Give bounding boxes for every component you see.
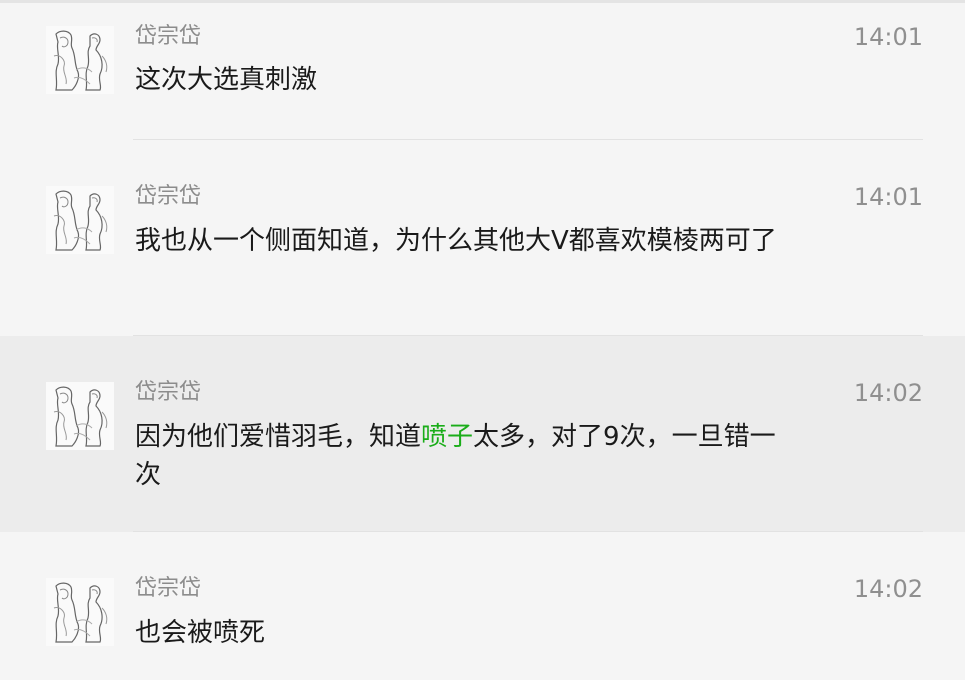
message-time: 14:01	[853, 23, 923, 51]
message-item[interactable]: 岱宗岱 14:01 我也从一个侧面知道，为什么其他大V都喜欢模棱两可了	[0, 140, 965, 336]
sender-name[interactable]: 岱宗岱	[135, 379, 201, 407]
sender-name[interactable]: 岱宗岱	[135, 23, 201, 51]
message-time: 14:01	[853, 183, 923, 211]
message-item[interactable]: 岱宗岱 14:02 因为他们爱惜羽毛，知道喷子太多，对了9次，一旦错一次	[0, 336, 965, 532]
message-time: 14:02	[853, 575, 923, 603]
avatar[interactable]	[46, 26, 114, 94]
message-text: 也会被喷死	[135, 618, 266, 648]
keyword-link[interactable]: 喷子	[421, 422, 473, 452]
message-text: 因为他们爱惜羽毛，知道喷子太多，对了9次，一旦错一次	[135, 418, 785, 494]
avatar[interactable]	[46, 382, 114, 450]
avatar[interactable]	[46, 578, 114, 646]
message-item[interactable]: 岱宗岱 14:02 也会被喷死	[0, 532, 965, 680]
message-text-part: 因为他们爱惜羽毛，知道	[135, 422, 422, 452]
message-text: 这次大选真刺激	[135, 65, 318, 95]
message-item[interactable]: 岱宗岱 14:01 这次大选真刺激	[0, 3, 965, 140]
sender-name[interactable]: 岱宗岱	[135, 575, 201, 603]
message-text: 我也从一个侧面知道，为什么其他大V都喜欢模棱两可了	[135, 226, 777, 256]
avatar[interactable]	[46, 186, 114, 254]
sender-name[interactable]: 岱宗岱	[135, 183, 201, 211]
message-time: 14:02	[853, 379, 923, 407]
message-list: 岱宗岱 14:01 这次大选真刺激 岱宗岱 14:01 我也从一个侧面知道，为什…	[0, 0, 965, 680]
